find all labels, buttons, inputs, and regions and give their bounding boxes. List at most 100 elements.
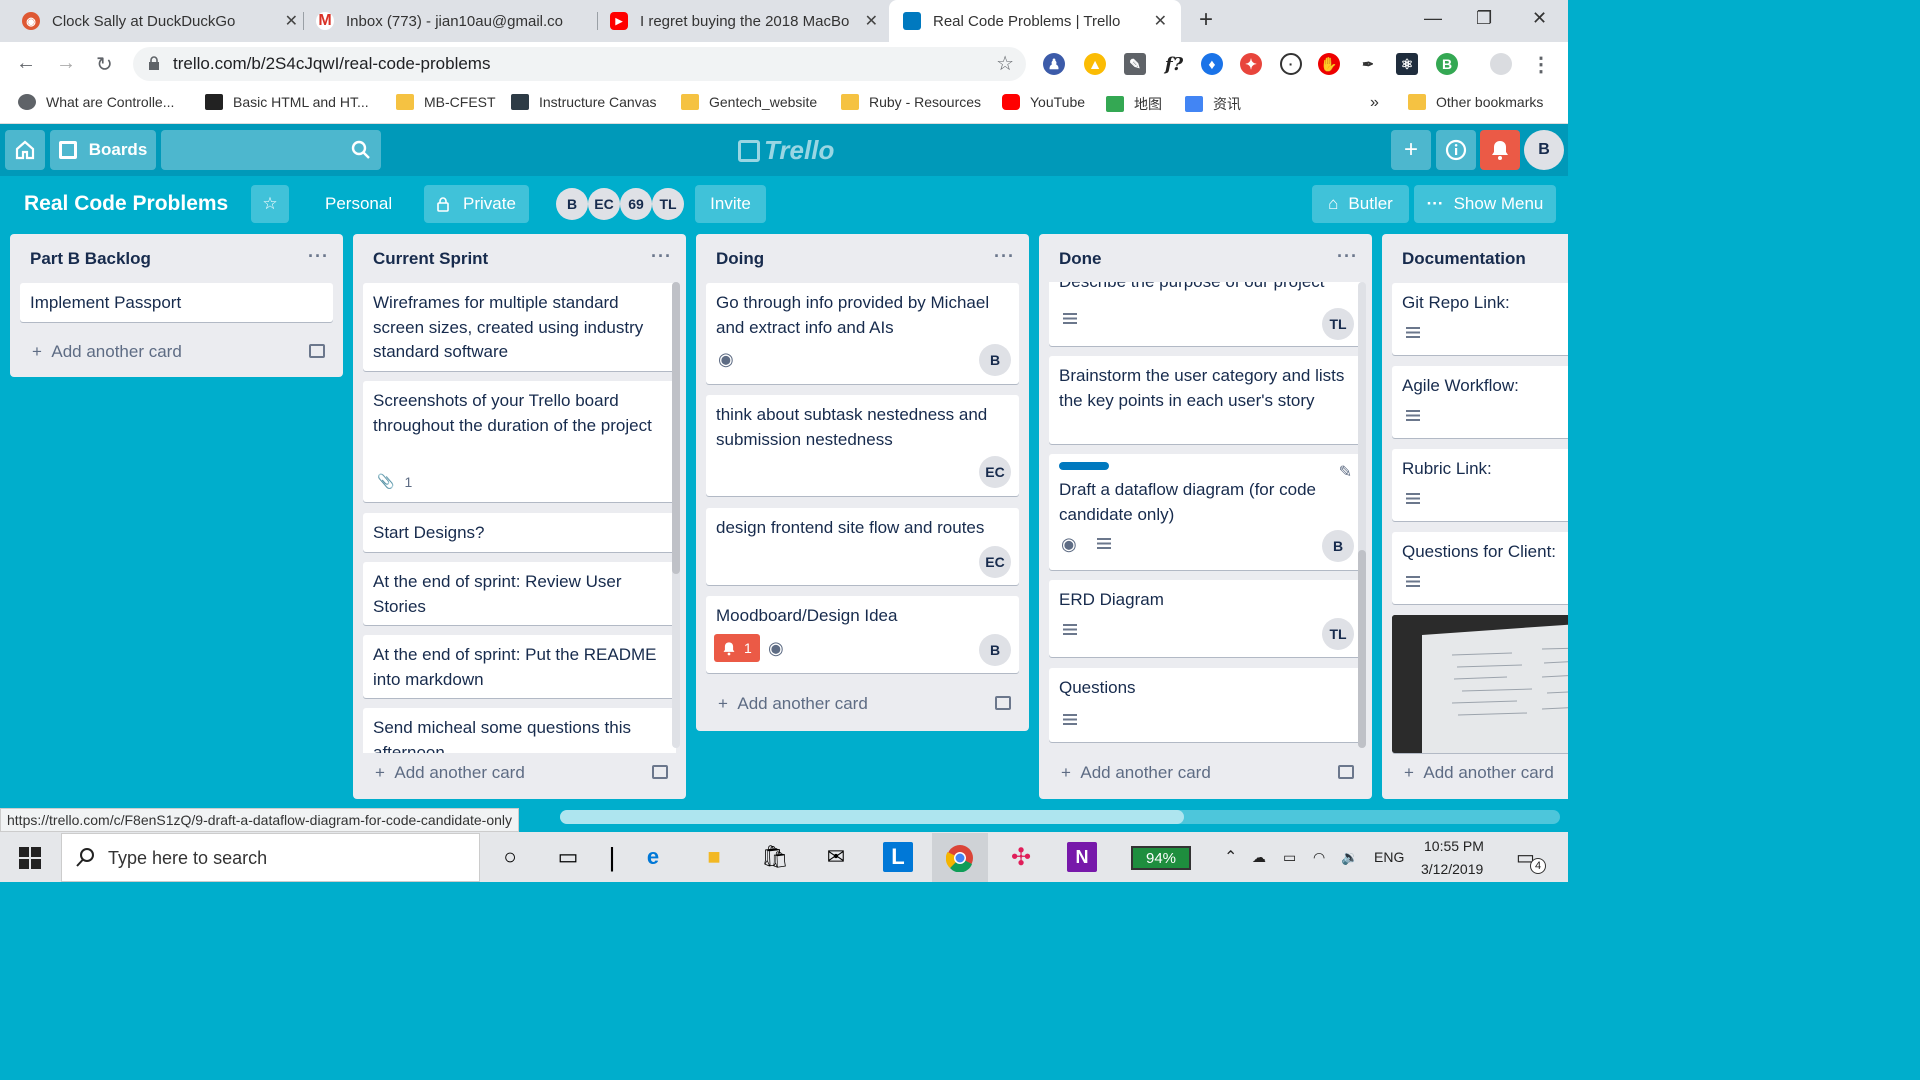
board-team[interactable]: Personal — [325, 194, 392, 214]
window-close-icon[interactable]: ✕ — [1532, 8, 1547, 29]
other-bookmarks[interactable]: Other bookmarks — [1408, 94, 1543, 110]
card-label-blue[interactable] — [1059, 462, 1109, 470]
card[interactable]: Send micheal some questions this afterno… — [363, 708, 676, 753]
task-view-icon[interactable]: ▭ — [553, 842, 583, 872]
wifi-icon[interactable]: ◠ — [1313, 849, 1325, 866]
list-menu-icon[interactable]: ··· — [651, 246, 672, 267]
bookmark-item[interactable]: YouTube — [1002, 94, 1085, 110]
list-scrollbar-thumb[interactable] — [672, 282, 680, 574]
dev-extension-icon[interactable]: · — [1280, 53, 1302, 75]
member-avatar[interactable]: TL — [652, 188, 684, 220]
onedrive-icon[interactable]: ☁ — [1252, 849, 1266, 866]
card-member-avatar[interactable]: EC — [979, 546, 1011, 578]
bookmark-item[interactable]: Basic HTML and HT... — [205, 94, 369, 110]
close-icon[interactable]: ✕ — [1154, 11, 1167, 31]
card[interactable]: ERD Diagram TL — [1049, 580, 1362, 657]
bookmark-item[interactable]: What are Controlle... — [18, 94, 174, 110]
list-title[interactable]: Part B Backlog — [30, 249, 151, 269]
add-card-button[interactable]: + Add another card — [1404, 763, 1554, 783]
member-avatar[interactable]: 69 — [620, 188, 652, 220]
volume-icon[interactable]: 🔉 — [1341, 849, 1358, 866]
battery-icon[interactable]: ▭ — [1283, 849, 1296, 866]
list-menu-icon[interactable]: ··· — [994, 246, 1015, 267]
card[interactable]: think about subtask nestedness and submi… — [706, 395, 1019, 496]
bookmark-item[interactable]: 地图 — [1106, 94, 1162, 114]
card[interactable]: Moodboard/Design Idea 1 ◉ B — [706, 596, 1019, 673]
slack-icon[interactable]: ✣ — [1006, 842, 1036, 872]
restore-icon[interactable]: ❐ — [1476, 8, 1492, 29]
list-menu-icon[interactable]: ··· — [1337, 246, 1358, 267]
scrollbar-thumb[interactable] — [560, 810, 1184, 824]
clock-time[interactable]: 10:55 PM — [1424, 838, 1484, 854]
bookmark-item[interactable]: MB-CFEST — [396, 94, 496, 110]
add-card-button[interactable]: + Add another card — [32, 342, 182, 362]
close-icon[interactable]: ✕ — [285, 11, 298, 31]
chrome-menu-icon[interactable]: ⋮ — [1530, 53, 1552, 76]
card-member-avatar[interactable]: EC — [979, 456, 1011, 488]
mail-icon[interactable]: ✉ — [821, 842, 851, 872]
bookmark-item[interactable]: 资讯 — [1185, 94, 1241, 114]
reload-icon[interactable]: ↻ — [96, 52, 113, 77]
battery-widget[interactable]: 94% — [1131, 846, 1191, 870]
star-board-button[interactable]: ☆ — [251, 185, 289, 223]
lync-icon[interactable]: L — [883, 842, 913, 872]
pencil-icon[interactable]: ✎ — [1339, 462, 1352, 482]
bookmark-item[interactable]: Instructure Canvas — [511, 94, 657, 110]
info-button[interactable] — [1436, 130, 1476, 170]
close-icon[interactable]: ✕ — [865, 11, 878, 31]
input-language[interactable]: ENG — [1374, 849, 1404, 865]
card-template-icon[interactable] — [309, 344, 325, 358]
clock-date[interactable]: 3/12/2019 — [1421, 861, 1483, 877]
card-template-icon[interactable] — [652, 765, 668, 779]
tools-extension-icon[interactable]: ✎ — [1124, 53, 1146, 75]
store-icon[interactable]: 🛍 — [760, 842, 790, 872]
onenote-icon[interactable]: N — [1067, 842, 1097, 872]
edge-icon[interactable]: e — [638, 842, 668, 872]
card-template-icon[interactable] — [995, 696, 1011, 710]
chrome-taskbar-button[interactable] — [932, 833, 988, 882]
list-menu-icon[interactable]: ··· — [308, 246, 329, 267]
visibility-button[interactable]: Private — [424, 185, 529, 223]
profile-avatar-icon[interactable] — [1490, 53, 1512, 75]
card[interactable]: Describe the purpose of our project TL — [1049, 282, 1362, 346]
board-title[interactable]: Real Code Problems — [24, 192, 228, 216]
card[interactable]: At the end of sprint: Review User Storie… — [363, 562, 676, 625]
list-title[interactable]: Current Sprint — [373, 249, 488, 269]
card[interactable]: Wireframes for multiple standard screen … — [363, 283, 676, 371]
create-button[interactable]: + — [1391, 130, 1431, 170]
color-picker-extension-icon[interactable]: ✦ — [1240, 53, 1262, 75]
card[interactable]: Screenshots of your Trello board through… — [363, 381, 676, 502]
card-member-avatar[interactable]: B — [1322, 530, 1354, 562]
boards-button[interactable]: Boards — [50, 130, 156, 170]
extension-icon[interactable]: ♟ — [1043, 53, 1065, 75]
ethereum-extension-icon[interactable]: ♦ — [1201, 53, 1223, 75]
adblock-extension-icon[interactable]: ✋ — [1318, 53, 1340, 75]
card-member-avatar[interactable]: B — [979, 634, 1011, 666]
add-card-button[interactable]: + Add another card — [1061, 763, 1211, 783]
board-horizontal-scrollbar[interactable] — [560, 810, 1560, 824]
card[interactable]: Git Repo Link: — [1392, 283, 1568, 355]
tray-chevron-icon[interactable]: ⌃ — [1224, 847, 1237, 867]
add-card-button[interactable]: + Add another card — [375, 763, 525, 783]
card[interactable]: Questions — [1049, 668, 1362, 742]
list-scrollbar-thumb[interactable] — [1358, 550, 1366, 748]
address-bar[interactable]: trello.com/b/2S4cJqwI/real-code-problems… — [133, 47, 1026, 81]
bookmark-item[interactable]: Gentech_website — [681, 94, 817, 110]
tab-youtube[interactable]: ▶ I regret buying the 2018 MacBo ✕ — [610, 0, 878, 42]
card-member-avatar[interactable]: TL — [1322, 618, 1354, 650]
card-member-avatar[interactable]: B — [979, 344, 1011, 376]
home-button[interactable] — [5, 130, 45, 170]
back-icon[interactable]: ← — [16, 52, 36, 75]
forward-icon[interactable]: → — [56, 52, 76, 75]
trello-logo[interactable]: Trello — [738, 135, 834, 166]
tab-gmail[interactable]: M Inbox (773) - jian10au@gmail.co — [316, 0, 590, 42]
minimize-icon[interactable]: — — [1424, 8, 1442, 29]
new-tab-icon[interactable]: + — [1199, 6, 1213, 34]
member-avatar[interactable]: B — [556, 188, 588, 220]
butler-button[interactable]: ⌂ Butler — [1312, 185, 1409, 223]
cortana-icon[interactable]: ○ — [495, 842, 525, 872]
taskbar-search-input[interactable]: Type here to search — [61, 833, 480, 882]
card[interactable]: Go through info provided by Michael and … — [706, 283, 1019, 384]
card-template-icon[interactable] — [1338, 765, 1354, 779]
card[interactable]: Implement Passport — [20, 283, 333, 322]
